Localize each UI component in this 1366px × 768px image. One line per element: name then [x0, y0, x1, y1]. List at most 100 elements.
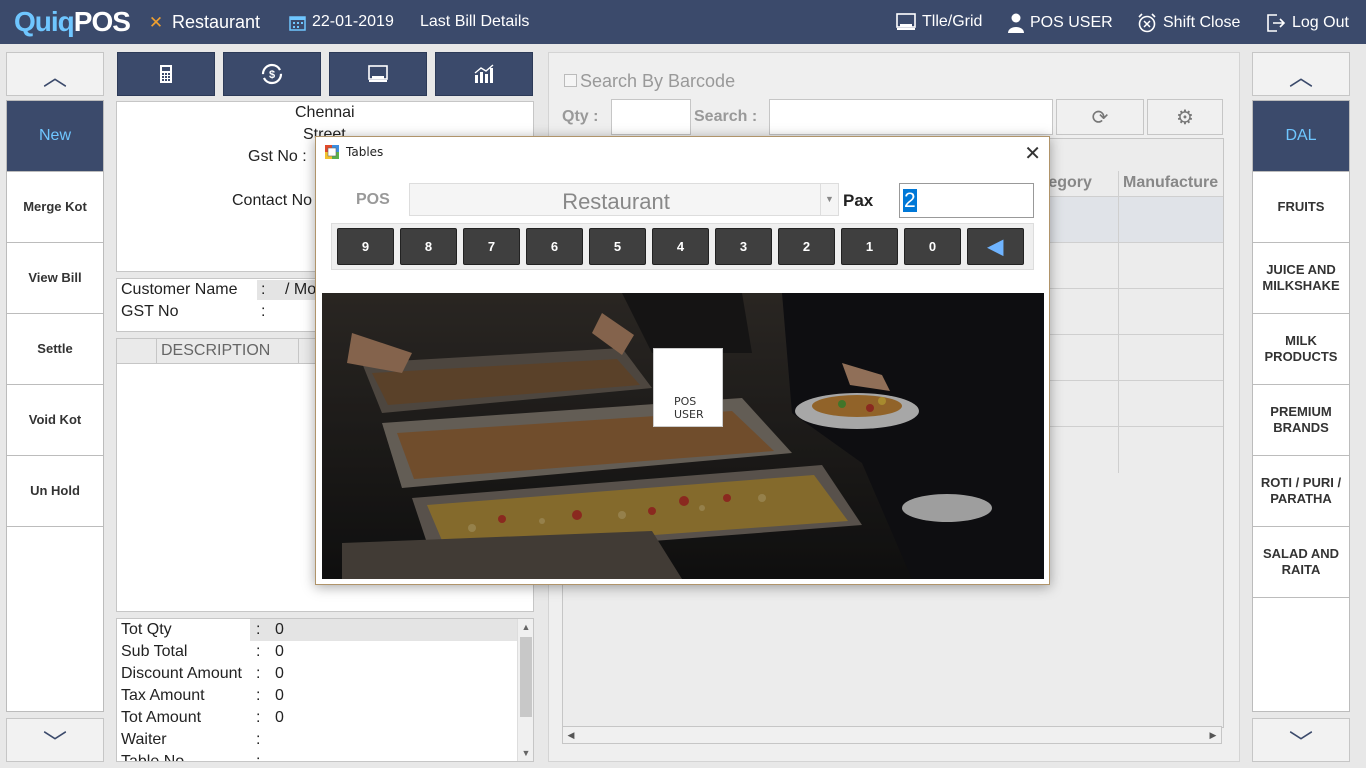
- customer-name-value[interactable]: / Mo: [285, 281, 316, 299]
- category-roti-puri-paratha[interactable]: ROTI / PURI / PARATHA: [1253, 456, 1349, 527]
- monitor-icon: [896, 13, 916, 30]
- calculator-button[interactable]: [117, 52, 215, 96]
- new-button[interactable]: New: [7, 101, 103, 172]
- key-3[interactable]: 3: [715, 228, 772, 265]
- category-fruits[interactable]: FRUITS: [1253, 172, 1349, 243]
- key-4[interactable]: 4: [652, 228, 709, 265]
- logout-button[interactable]: Log Out: [1266, 13, 1349, 33]
- refresh-icon: ⟳: [1091, 106, 1109, 129]
- pax-value: 2: [903, 189, 917, 212]
- gear-icon: ⚙: [1176, 106, 1194, 129]
- date-label: 22-01-2019: [312, 13, 394, 30]
- scroll-thumb[interactable]: [520, 637, 532, 717]
- qty-label: Qty :: [562, 108, 599, 125]
- currency-refresh-button[interactable]: $: [223, 52, 321, 96]
- logout-icon: [1267, 14, 1286, 32]
- bill-contact-label: Contact No: [232, 192, 313, 209]
- app-logo: QuiqPOS: [14, 6, 131, 37]
- barcode-label: Search By Barcode: [580, 71, 736, 91]
- pos-label: POS: [356, 191, 390, 208]
- category-scroll-down[interactable]: ﹀: [1252, 718, 1350, 762]
- reports-button[interactable]: [435, 52, 533, 96]
- buffet-background-image: POS USER: [322, 293, 1044, 579]
- dialog-title: Tables: [346, 145, 384, 159]
- outlet-label: Restaurant: [172, 12, 261, 32]
- display-button[interactable]: [329, 52, 427, 96]
- close-icon[interactable]: ✕: [1024, 141, 1041, 166]
- scroll-left-arrow-icon[interactable]: ◀: [563, 727, 579, 743]
- table-tile-pos-user[interactable]: POS USER: [653, 348, 723, 427]
- tile-grid-toggle[interactable]: Tlle/Grid: [896, 13, 982, 31]
- description-column-header[interactable]: DESCRIPTION: [157, 339, 299, 363]
- last-bill-link[interactable]: Last Bill Details: [420, 13, 529, 31]
- total-row: Tot Amount:0: [121, 709, 284, 726]
- key-6[interactable]: 6: [526, 228, 583, 265]
- date-display[interactable]: 22-01-2019: [289, 13, 394, 31]
- totals-scrollbar[interactable]: ▲ ▼: [517, 619, 533, 761]
- key-7[interactable]: 7: [463, 228, 520, 265]
- search-label: Search :: [694, 108, 758, 125]
- pax-label: Pax: [843, 191, 874, 210]
- monitor-icon: [368, 65, 388, 82]
- category-premium-brands[interactable]: PREMIUM BRANDS: [1253, 385, 1349, 456]
- chevron-down-icon[interactable]: ▼: [820, 184, 838, 215]
- cutlery-icon: ✕: [148, 12, 164, 32]
- bar-chart-icon: [474, 64, 494, 83]
- manufacture-column-header[interactable]: Manufacture: [1123, 174, 1218, 198]
- total-row: Tot Qty:0: [117, 619, 517, 641]
- grid-horizontal-scrollbar[interactable]: ◀ ▶: [562, 726, 1222, 744]
- total-row: Sub Total:0: [121, 643, 284, 660]
- shift-close-button[interactable]: Shift Close: [1137, 13, 1240, 33]
- user-icon: [1008, 13, 1024, 33]
- scroll-down-arrow-icon[interactable]: ▼: [518, 745, 533, 761]
- table-tile-line2: USER: [674, 408, 704, 421]
- total-row: Discount Amount:0: [121, 665, 284, 682]
- backspace-arrow-icon: ◀: [987, 236, 1004, 258]
- merge-kot-button[interactable]: Merge Kot: [7, 172, 103, 243]
- category-salad-raita[interactable]: SALAD AND RAITA: [1253, 527, 1349, 598]
- search-input[interactable]: [769, 99, 1053, 135]
- category-list: DAL FRUITS JUICE AND MILKSHAKE MILK PROD…: [1252, 100, 1350, 712]
- calendar-icon: [289, 15, 306, 31]
- top-bar: QuiqPOS ✕ Restaurant 22-01-2019 Last Bil…: [0, 0, 1366, 44]
- category-dal[interactable]: DAL: [1253, 101, 1349, 172]
- customer-name-sep: :: [261, 281, 266, 298]
- key-2[interactable]: 2: [778, 228, 835, 265]
- chevron-up-icon: ︿: [1289, 63, 1313, 91]
- key-8[interactable]: 8: [400, 228, 457, 265]
- left-menu-scroll-down[interactable]: ﹀: [6, 718, 104, 762]
- barcode-checkbox[interactable]: [564, 74, 577, 87]
- category-scroll-up[interactable]: ︿: [1252, 52, 1350, 96]
- key-5[interactable]: 5: [589, 228, 646, 265]
- qty-input[interactable]: [611, 99, 691, 135]
- gst-no-sep: :: [261, 303, 266, 320]
- outlet-menu[interactable]: ✕ Restaurant: [146, 12, 260, 33]
- void-kot-button[interactable]: Void Kot: [7, 385, 103, 456]
- settle-button[interactable]: Settle: [7, 314, 103, 385]
- key-0[interactable]: 0: [904, 228, 961, 265]
- refresh-button[interactable]: ⟳: [1056, 99, 1144, 135]
- bill-city: Chennai: [295, 104, 355, 121]
- settings-button[interactable]: ⚙: [1147, 99, 1223, 135]
- category-juice-milkshake[interactable]: JUICE AND MILKSHAKE: [1253, 243, 1349, 314]
- chevron-down-icon: ﹀: [43, 729, 67, 757]
- buffet-photo: [322, 293, 1044, 579]
- bill-gst-label: Gst No :: [248, 148, 307, 165]
- un-hold-button[interactable]: Un Hold: [7, 456, 103, 527]
- backspace-key[interactable]: ◀: [967, 228, 1024, 265]
- category-column-header[interactable]: tegory: [1043, 174, 1092, 198]
- key-1[interactable]: 1: [841, 228, 898, 265]
- pax-input[interactable]: 2: [899, 183, 1034, 218]
- total-row: Tax Amount:0: [121, 687, 284, 704]
- scroll-right-arrow-icon[interactable]: ▶: [1205, 727, 1221, 743]
- left-menu-scroll-up[interactable]: ︿: [6, 52, 104, 96]
- category-milk-products[interactable]: MILK PRODUCTS: [1253, 314, 1349, 385]
- chevron-down-icon: ﹀: [1289, 729, 1313, 757]
- key-9[interactable]: 9: [337, 228, 394, 265]
- app-window-icon: [325, 145, 339, 159]
- user-menu[interactable]: POS USER: [1008, 13, 1113, 33]
- view-bill-button[interactable]: View Bill: [7, 243, 103, 314]
- svg-text:$: $: [269, 69, 275, 81]
- scroll-up-arrow-icon[interactable]: ▲: [518, 619, 533, 635]
- pos-select[interactable]: Restaurant ▼: [409, 183, 839, 216]
